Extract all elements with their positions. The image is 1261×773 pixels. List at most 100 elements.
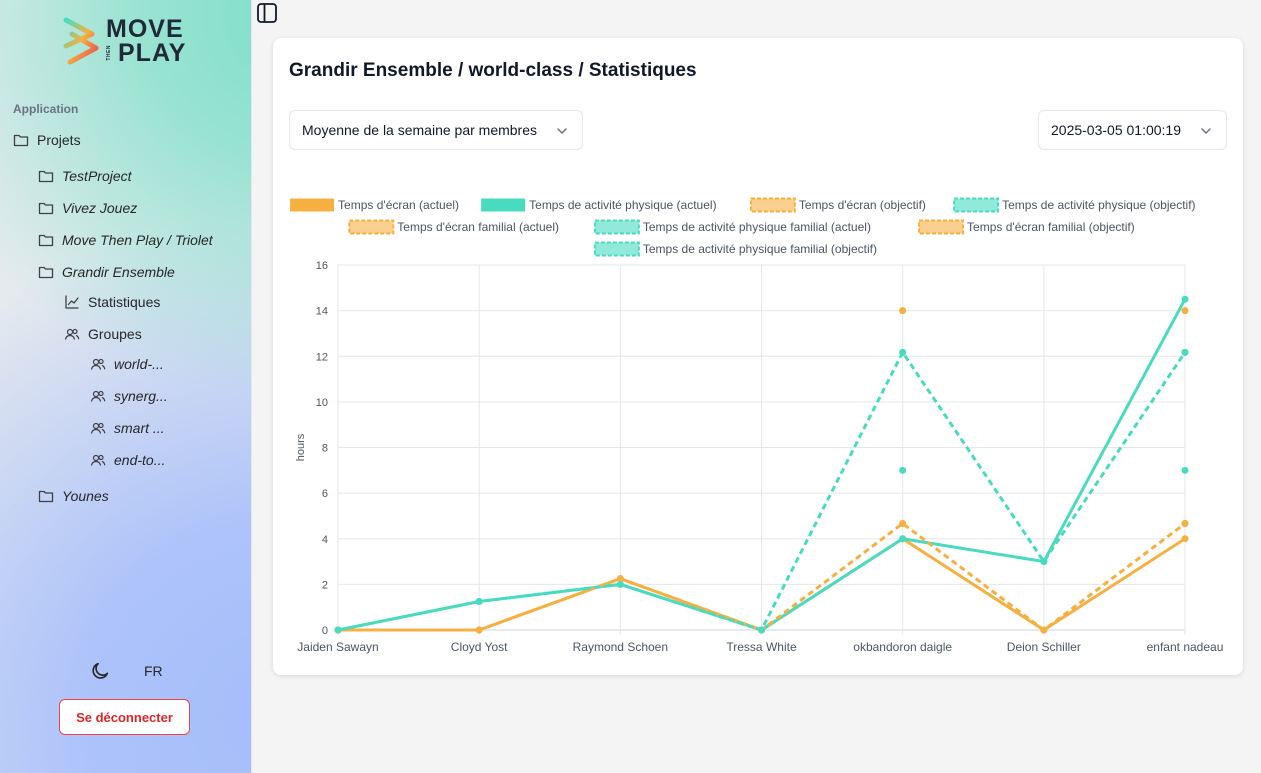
data-point [1181, 519, 1189, 527]
legend-swatch [918, 219, 965, 235]
sidebar-item-group[interactable]: world-... [90, 353, 164, 375]
data-point [899, 535, 907, 543]
sidebar-item-label: Move Then Play / Triolet [62, 232, 213, 248]
sidebar-item-label: end-to... [114, 452, 166, 468]
folder-icon [38, 266, 54, 279]
sidebar-item-label: Younes [62, 488, 109, 504]
legend-label: Temps d'écran (objectif) [799, 198, 926, 212]
y-axis-label: hours [295, 433, 307, 461]
y-tick-label: 14 [316, 306, 328, 318]
sidebar-item-label: Projets [37, 132, 81, 148]
data-point [899, 519, 907, 527]
data-point [1181, 295, 1189, 303]
legend-label: Temps de activité physique (objectif) [1002, 198, 1195, 212]
folder-icon [38, 170, 54, 183]
language-switch[interactable]: FR [144, 663, 163, 679]
folder-icon [38, 234, 54, 247]
sidebar-controls: FR [0, 660, 252, 684]
data-point [1040, 626, 1048, 634]
legend-swatch [290, 198, 335, 212]
sidebar-item-groups[interactable]: Groupes [64, 323, 142, 345]
users-icon [90, 422, 106, 434]
legend-swatch [481, 198, 526, 212]
users-icon [90, 454, 106, 466]
folder-icon [38, 202, 54, 215]
users-icon [90, 390, 106, 402]
sidebar-item-project[interactable]: Vivez Jouez [38, 197, 137, 219]
sidebar-item-project[interactable]: TestProject [38, 165, 132, 187]
y-tick-label: 16 [316, 260, 328, 272]
brand-move: MOVE [106, 15, 184, 43]
sidebar: MOVE THEN PLAY Application Projets TestP… [0, 0, 252, 773]
y-tick-label: 8 [322, 443, 328, 455]
legend-swatch [953, 197, 1000, 213]
sidebar-item-project[interactable]: Move Then Play / Triolet [38, 229, 213, 251]
y-tick-label: 0 [322, 625, 328, 637]
statistics-card: Grandir Ensemble / world-class / Statist… [273, 38, 1243, 675]
sidebar-item-projects[interactable]: Projets [13, 129, 81, 151]
x-tick-label: okbandoron daigle [853, 640, 952, 654]
legend-swatch [593, 241, 640, 257]
data-point [899, 307, 907, 315]
data-point [899, 348, 907, 356]
data-point [1040, 558, 1048, 566]
y-tick-label: 12 [316, 351, 328, 363]
x-tick-label: Jaiden Sawayn [297, 640, 378, 654]
data-point [1181, 535, 1189, 543]
x-tick-label: Cloyd Yost [451, 640, 508, 654]
sidebar-item-label: smart ... [114, 420, 165, 436]
data-point [1181, 466, 1189, 474]
statistics-line-chart: 0 2 4 6 8 10 12 14 16 Jaiden Sawayn Cloyd Yost Raym… [290, 197, 1224, 654]
legend-label: Temps d'écran familial (actuel) [397, 220, 559, 234]
sidebar-item-group[interactable]: smart ... [90, 417, 165, 439]
x-tick-label: Raymond Schoen [573, 640, 668, 654]
legend-label: Temps de activité physique (actuel) [529, 198, 716, 212]
data-point [475, 597, 483, 605]
brand-then: THEN [106, 45, 112, 61]
sidebar-item-statistics[interactable]: Statistiques [64, 291, 160, 313]
section-label: Application [13, 102, 79, 116]
sidebar-item-group[interactable]: end-to... [90, 449, 165, 471]
data-point [1181, 307, 1189, 315]
legend-label: Temps de activité physique familial (obj… [643, 242, 877, 256]
y-tick-label: 4 [322, 534, 328, 546]
data-point [334, 626, 342, 634]
x-tick-label: Tressa White [726, 640, 797, 654]
data-point [475, 626, 483, 634]
y-tick-label: 2 [322, 579, 328, 591]
data-point [616, 580, 624, 588]
logout-button[interactable]: Se déconnecter [59, 699, 190, 735]
sidebar-item-label: Groupes [88, 326, 142, 342]
y-tick-label: 10 [316, 397, 328, 409]
x-tick-label: Deion Schiller [1007, 640, 1081, 654]
folder-icon [38, 490, 54, 503]
sidebar-item-group[interactable]: synerg... [90, 385, 168, 407]
brand-play: PLAY [118, 39, 187, 67]
legend-label: Temps d'écran familial (objectif) [967, 220, 1135, 234]
sidebar-item-project[interactable]: Grandir Ensemble [38, 261, 175, 283]
data-point [758, 626, 765, 634]
sidebar-toggle-icon[interactable] [256, 2, 278, 24]
legend-swatch [348, 219, 395, 235]
legend-swatch [593, 219, 640, 235]
data-point [899, 466, 907, 474]
chart-line-icon [65, 295, 79, 309]
legend-label: Temps de activité physique familial (act… [643, 220, 871, 234]
sidebar-item-project[interactable]: Younes [38, 485, 109, 507]
brand-logo[interactable]: MOVE THEN PLAY [62, 16, 192, 66]
sidebar-item-label: world-... [114, 356, 164, 372]
users-icon [90, 358, 106, 370]
sidebar-item-label: Vivez Jouez [62, 200, 138, 216]
sidebar-item-label: TestProject [62, 168, 132, 184]
logo-mark-icon [63, 17, 99, 65]
legend-label: Temps d'écran (actuel) [338, 198, 459, 212]
sidebar-item-label: Statistiques [88, 294, 161, 310]
x-tick-label: enfant nadeau [1147, 640, 1224, 654]
legend-swatch [749, 197, 796, 213]
users-icon [64, 328, 80, 340]
sidebar-item-label: Grandir Ensemble [62, 264, 175, 280]
sidebar-item-label: synerg... [114, 388, 168, 404]
moon-icon[interactable] [89, 660, 111, 682]
y-tick-label: 6 [322, 488, 328, 500]
data-point [1181, 348, 1189, 356]
